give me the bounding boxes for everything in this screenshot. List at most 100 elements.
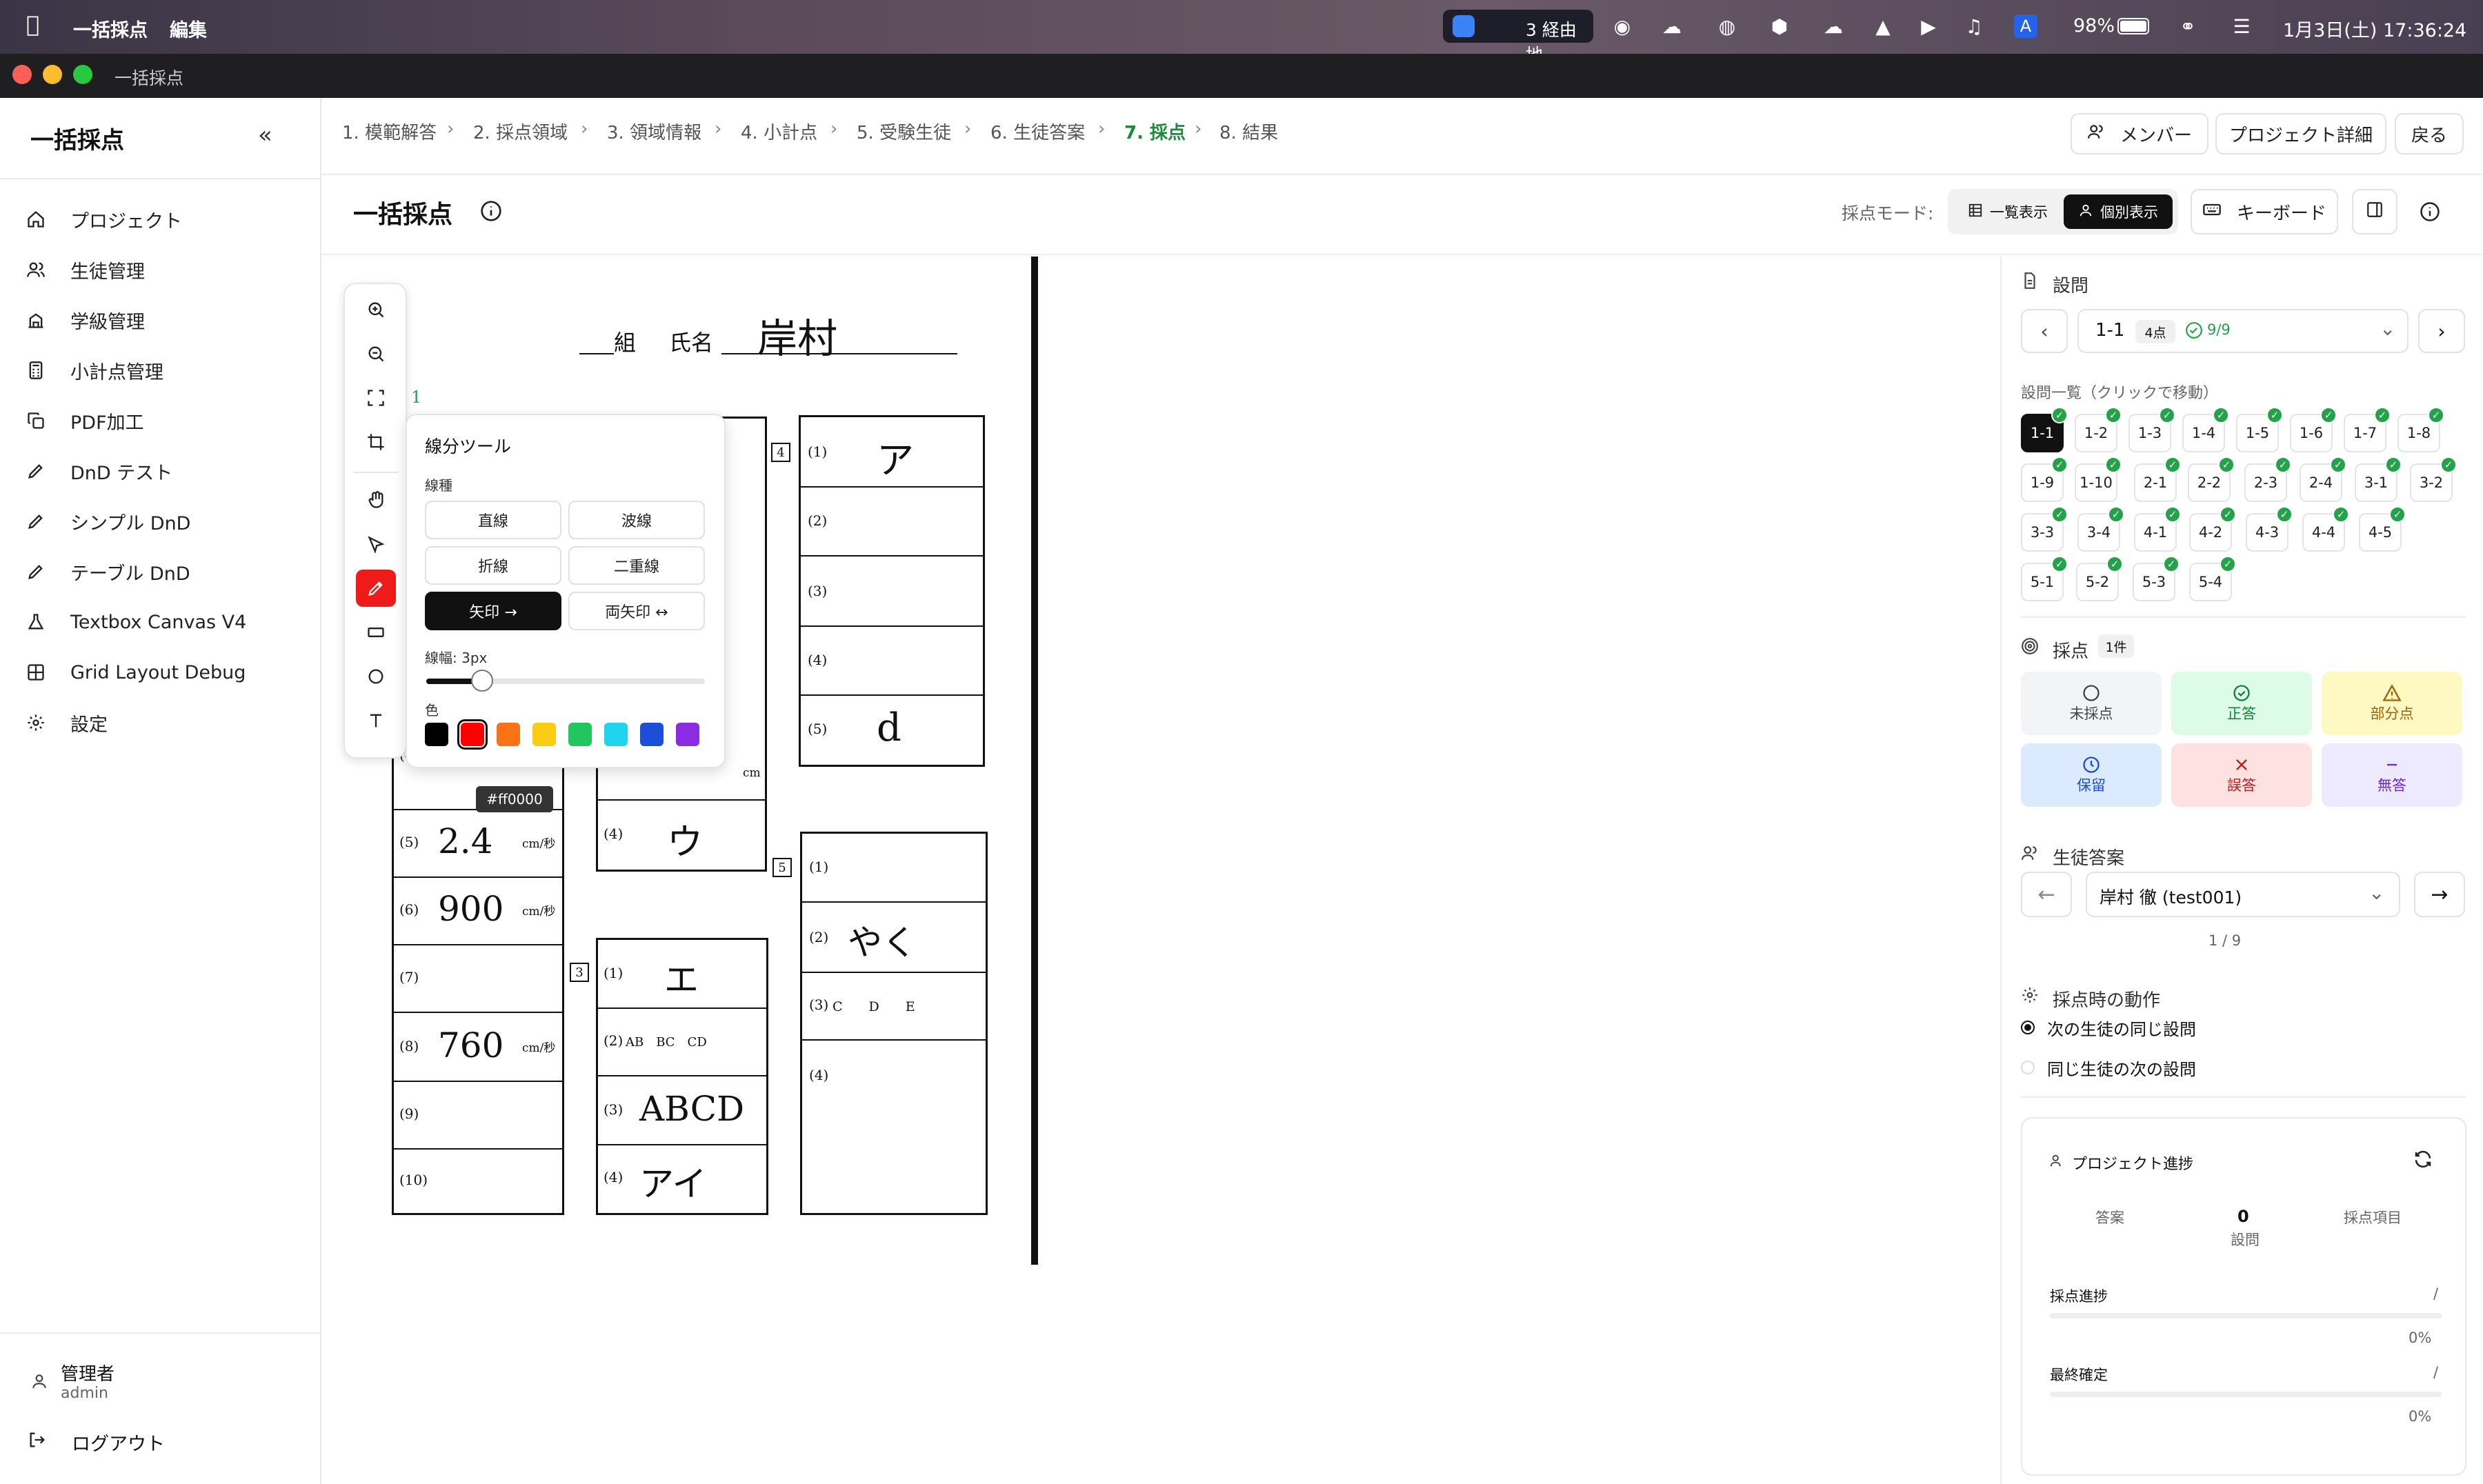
question-chip-4-5[interactable]: 4-5 ✓ xyxy=(2359,506,2406,552)
cloud-sync-icon[interactable]: ☁ xyxy=(1658,12,1686,40)
mode-single-button[interactable]: 個別表示 xyxy=(2064,194,2173,229)
question-chip-4-1[interactable]: 4-1 ✓ xyxy=(2134,506,2181,552)
question-chip-3-1[interactable]: 3-1 ✓ xyxy=(2355,457,2402,502)
question-chip-5-1[interactable]: 5-1 ✓ xyxy=(2021,556,2068,601)
answer-cell[interactable]: (9) xyxy=(394,1082,562,1150)
step-grading-area[interactable]: 2. 採点領域 xyxy=(473,119,568,144)
color-swatch-black[interactable] xyxy=(425,723,448,746)
line-tool-button[interactable] xyxy=(356,570,396,607)
behavior-option-next-student[interactable]: 次の生徒の同じ設問 xyxy=(2021,1014,2196,1041)
sidebar-item-settings[interactable]: 設定 xyxy=(25,702,108,743)
question-chip-3-4[interactable]: 3-4 ✓ xyxy=(2077,506,2124,552)
behavior-option-next-question[interactable]: 同じ生徒の次の設問 xyxy=(2021,1054,2196,1081)
color-swatch-yellow[interactable] xyxy=(532,723,556,746)
grade-hold-button[interactable]: 保留 xyxy=(2021,743,2162,807)
refresh-icon[interactable] xyxy=(2413,1149,2433,1172)
answer-cell[interactable]: (4) アイ xyxy=(598,1145,766,1213)
sidebar-item-dnd-test[interactable]: DnD テスト xyxy=(25,450,172,492)
answer-cell[interactable]: (3) xyxy=(801,556,983,627)
grade-partial-button[interactable]: 部分点 xyxy=(2322,672,2462,735)
back-button[interactable]: 戻る xyxy=(2395,113,2464,154)
sidebar-item-pdf[interactable]: PDF加工 xyxy=(25,400,144,441)
airpods-icon[interactable]: ♫ xyxy=(1960,12,1988,40)
question-chip-5-3[interactable]: 5-3 ✓ xyxy=(2133,556,2180,601)
grade-wrong-button[interactable]: 誤答 xyxy=(2171,743,2312,807)
step-subtotal[interactable]: 4. 小計点 xyxy=(741,119,817,144)
step-results[interactable]: 8. 結果 xyxy=(1219,119,1278,144)
answer-cell[interactable]: (2) xyxy=(801,488,983,556)
apple-icon[interactable]:  xyxy=(26,11,39,37)
question-chip-1-2[interactable]: 1-2 ✓ xyxy=(2075,407,2122,452)
step-student-answers[interactable]: 6. 生徒答案 xyxy=(990,119,1085,144)
battery-icon[interactable] xyxy=(2117,18,2149,34)
line-width-handle[interactable] xyxy=(470,670,493,692)
question-chip-4-3[interactable]: 4-3 ✓ xyxy=(2246,506,2293,552)
question-chip-5-4[interactable]: 5-4 ✓ xyxy=(2189,556,2236,601)
answer-cell[interactable]: (1) エ xyxy=(598,940,766,1009)
answer-cell[interactable]: (6) 900 cm/秒 xyxy=(394,878,562,945)
question-chip-2-2[interactable]: 2-2 ✓ xyxy=(2188,457,2235,502)
grade-ungraded-button[interactable]: 未採点 xyxy=(2021,672,2162,735)
pan-button[interactable] xyxy=(356,481,396,519)
answer-cell[interactable]: (4) xyxy=(801,627,983,696)
panel-toggle-button[interactable] xyxy=(2352,189,2397,234)
step-model-answer[interactable]: 1. 模範解答 xyxy=(342,119,437,144)
answer-cell[interactable]: (5) 2.4 cm/秒 xyxy=(394,810,562,878)
question-chip-5-2[interactable]: 5-2 ✓ xyxy=(2076,556,2123,601)
text-tool-button[interactable] xyxy=(356,702,396,739)
select-button[interactable] xyxy=(356,525,396,563)
question-chip-2-1[interactable]: 2-1 ✓ xyxy=(2134,457,2181,502)
question-chip-1-4[interactable]: 1-4 ✓ xyxy=(2182,407,2229,452)
zoom-out-button[interactable] xyxy=(356,335,396,372)
project-detail-button[interactable]: プロジェクト詳細 xyxy=(2215,113,2386,154)
sidebar-item-students[interactable]: 生徒管理 xyxy=(25,249,145,290)
question-chip-3-3[interactable]: 3-3 ✓ xyxy=(2021,506,2068,552)
answer-cell[interactable]: (1) xyxy=(802,834,986,903)
zoom-in-button[interactable] xyxy=(356,291,396,328)
line-type-arrow[interactable]: 矢印 → xyxy=(425,592,561,630)
next-question-button[interactable]: › xyxy=(2418,309,2465,353)
sidebar-item-textbox-canvas[interactable]: Textbox Canvas V4 xyxy=(25,601,246,643)
line-type-straight[interactable]: 直線 xyxy=(425,501,561,539)
grade-correct-button[interactable]: 正答 xyxy=(2171,672,2312,735)
question-chip-1-8[interactable]: 1-8 ✓ xyxy=(2397,407,2444,452)
line-type-wave[interactable]: 波線 xyxy=(568,501,705,539)
answer-cell[interactable]: (2) AB BC CD xyxy=(598,1009,766,1076)
sidebar-item-simple-dnd[interactable]: シンプル DnD xyxy=(25,501,190,542)
step-grading[interactable]: 7. 採点 xyxy=(1124,119,1186,144)
answer-cell[interactable]: (3) ABCD xyxy=(598,1076,766,1145)
color-swatch-orange[interactable] xyxy=(497,723,520,746)
question-chip-4-2[interactable]: 4-2 ✓ xyxy=(2189,506,2236,552)
color-swatch-green[interactable] xyxy=(568,723,592,746)
question-chip-1-6[interactable]: 1-6 ✓ xyxy=(2290,407,2337,452)
question-chip-2-3[interactable]: 2-3 ✓ xyxy=(2244,457,2291,502)
prev-question-button[interactable]: ‹ xyxy=(2021,309,2068,353)
answer-cell[interactable]: (7) xyxy=(394,945,562,1013)
color-swatch-purple[interactable] xyxy=(676,723,699,746)
sidebar-item-subtotal[interactable]: 小計点管理 xyxy=(25,350,163,391)
close-window-button[interactable] xyxy=(12,65,32,84)
question-chip-4-4[interactable]: 4-4 ✓ xyxy=(2302,506,2349,552)
sidebar-item-project[interactable]: プロジェクト xyxy=(25,199,182,240)
question-chip-1-5[interactable]: 1-5 ✓ xyxy=(2236,407,2283,452)
minimize-window-button[interactable] xyxy=(43,65,62,84)
members-button[interactable]: メンバー xyxy=(2071,113,2208,154)
line-width-slider[interactable] xyxy=(426,670,705,692)
sidebar-item-classes[interactable]: 学級管理 xyxy=(25,299,145,341)
mode-list-button[interactable]: 一覧表示 xyxy=(1953,194,2062,229)
next-student-button[interactable]: → xyxy=(2414,872,2465,917)
answer-cell[interactable]: (8) 760 cm/秒 xyxy=(394,1013,562,1082)
color-swatch-cyan[interactable] xyxy=(604,723,628,746)
sidebar-item-table-dnd[interactable]: テーブル DnD xyxy=(25,551,190,592)
drive-icon[interactable]: ▲ xyxy=(1869,12,1897,40)
radio-unselected[interactable] xyxy=(2021,1061,2035,1074)
menubar-edit[interactable]: 編集 xyxy=(170,15,207,42)
color-swatch-blue[interactable] xyxy=(640,723,664,746)
answer-cell[interactable]: (4) xyxy=(802,1041,986,1213)
link-icon[interactable]: ⚭ xyxy=(2174,12,2202,40)
collapse-sidebar-button[interactable]: « xyxy=(258,121,272,149)
prev-student-button[interactable]: ← xyxy=(2021,872,2072,917)
color-swatch-red[interactable] xyxy=(457,719,488,750)
line-type-double[interactable]: 二重線 xyxy=(568,546,705,585)
logout-button[interactable]: ログアウト xyxy=(28,1425,165,1459)
